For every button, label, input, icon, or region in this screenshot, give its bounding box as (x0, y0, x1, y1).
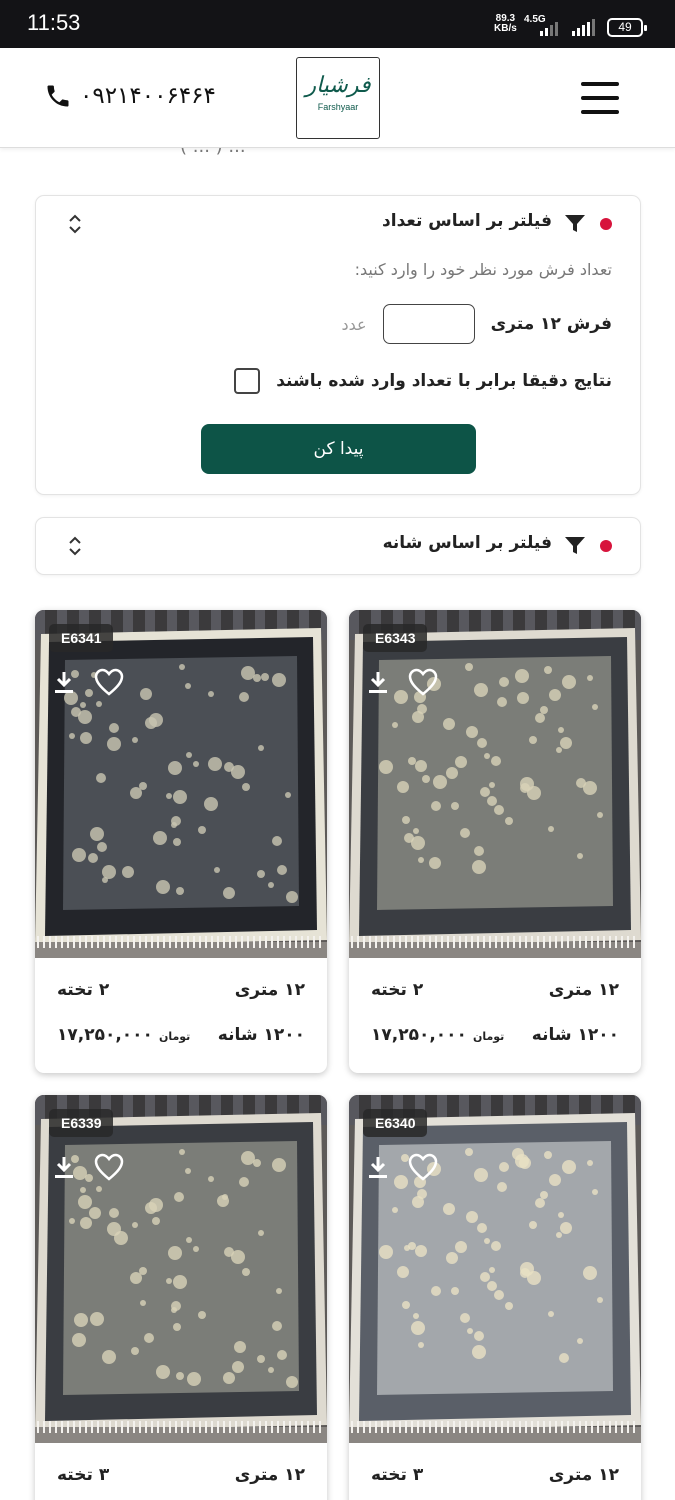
find-button[interactable]: پیدا کن (201, 424, 476, 474)
currency-label: تومان (472, 1030, 505, 1043)
site-logo[interactable]: فرشیار Farshyaar (296, 57, 380, 139)
heart-icon[interactable] (408, 668, 438, 696)
count-filter-hint: تعداد فرش مورد نظر خود را وارد کنید: (354, 260, 612, 279)
product-image[interactable] (349, 1095, 641, 1443)
rug-photo (35, 610, 327, 958)
download-icon[interactable] (367, 1155, 389, 1179)
product-pieces: ۳ تخته (371, 1465, 424, 1485)
phone-icon (47, 85, 69, 107)
exact-match-label: نتایج دقیقا برابر با تعداد وارد شده باشن… (276, 371, 612, 391)
product-code: E6340 (363, 1109, 428, 1137)
product-card[interactable]: E6341 ۱۲ متری ۲ تخته ۱۲۰۰ شانه ۱۷,۲۵۰,۰۰۰ توم… (35, 610, 327, 1073)
exact-match-checkbox[interactable] (234, 368, 261, 394)
rug-photo (35, 1095, 327, 1443)
product-info: ۱۲ متری ۳ تخته (349, 1443, 641, 1500)
product-price: ۱۷,۲۵۰,۰۰۰ تومان (371, 1025, 505, 1045)
battery-icon: 49 (607, 18, 647, 37)
product-pieces: ۲ تخته (371, 980, 424, 1000)
logo-text: فرشیار (305, 73, 371, 98)
product-density: ۱۲۰۰ شانه (531, 1025, 619, 1045)
download-icon[interactable] (53, 670, 75, 694)
filter-icon (565, 537, 585, 554)
product-density: ۱۲۰۰ شانه (217, 1025, 305, 1045)
density-filter-title: فیلتر بر اساس شانه (382, 533, 552, 553)
active-dot (600, 540, 612, 552)
partial-heading: ( ... ) ... (0, 148, 675, 160)
signal-icon (572, 18, 595, 36)
expand-collapse-icon[interactable] (68, 214, 82, 234)
currency-label: تومان (158, 1030, 191, 1043)
product-size: ۱۲ متری (234, 980, 305, 1000)
product-card[interactable]: E6339 ۱۲ متری ۳ تخته (35, 1095, 327, 1500)
product-info: ۱۲ متری ۲ تخته ۱۲۰۰ شانه ۱۷,۲۵۰,۰۰۰ تومان (35, 958, 327, 1073)
phone-link[interactable]: ۰۹۲۱۴۰۰۶۴۶۴ (44, 82, 216, 110)
density-filter-panel: فیلتر بر اساس شانه (35, 517, 641, 575)
product-info: ۱۲ متری ۲ تخته ۱۲۰۰ شانه ۱۷,۲۵۰,۰۰۰ تومان (349, 958, 641, 1073)
quantity-row: فرش ۱۲ متری عدد (342, 304, 612, 344)
product-size: ۱۲ متری (234, 1465, 305, 1485)
quantity-unit: عدد (341, 314, 367, 334)
filter-icon (565, 215, 585, 232)
logo-subtitle: Farshyaar (317, 102, 359, 112)
product-size: ۱۲ متری (548, 980, 619, 1000)
product-image[interactable] (349, 610, 641, 958)
heart-icon[interactable] (94, 1153, 124, 1181)
heart-icon[interactable] (94, 668, 124, 696)
count-filter-title: فیلتر بر اساس تعداد (382, 211, 552, 231)
product-image[interactable] (35, 610, 327, 958)
status-time: 11:53 (27, 10, 81, 35)
site-header: ۰۹۲۱۴۰۰۶۴۶۴ فرشیار Farshyaar (0, 48, 675, 148)
count-filter-header[interactable]: فیلتر بر اساس تعداد (36, 196, 640, 252)
signal-icon (540, 18, 558, 36)
product-code: E6343 (363, 624, 428, 652)
download-icon[interactable] (367, 670, 389, 694)
phone-number: ۰۹۲۱۴۰۰۶۴۶۴ (80, 83, 216, 109)
quantity-input[interactable] (382, 304, 475, 344)
rug-photo (349, 1095, 641, 1443)
product-card[interactable]: E6340 ۱۲ متری ۳ تخته (349, 1095, 641, 1500)
product-size: ۱۲ متری (548, 1465, 619, 1485)
network-speed: 89.3 KB/s (494, 13, 517, 34)
product-price: ۱۷,۲۵۰,۰۰۰ تومان (57, 1025, 191, 1045)
product-info: ۱۲ متری ۳ تخته (35, 1443, 327, 1500)
product-pieces: ۳ تخته (57, 1465, 110, 1485)
active-dot (600, 218, 612, 230)
download-icon[interactable] (53, 1155, 75, 1179)
product-card[interactable]: E6343 ۱۲ متری ۲ تخته ۱۲۰۰ شانه ۱۷,۲۵۰,۰۰۰ توم… (349, 610, 641, 1073)
product-code: E6341 (49, 624, 114, 652)
product-pieces: ۲ تخته (57, 980, 110, 1000)
count-filter-panel: فیلتر بر اساس تعداد تعداد فرش مورد نظر خ… (35, 195, 641, 495)
product-image[interactable] (35, 1095, 327, 1443)
hamburger-menu-icon[interactable] (581, 82, 619, 114)
heart-icon[interactable] (408, 1153, 438, 1181)
rug-photo (349, 610, 641, 958)
quantity-label: فرش ۱۲ متری (490, 314, 612, 334)
exact-match-row: نتایج دقیقا برابر با تعداد وارد شده باشن… (234, 368, 612, 394)
status-bar: 11:53 89.3 KB/s 4.5G 49 (0, 0, 675, 48)
expand-collapse-icon[interactable] (68, 536, 82, 556)
density-filter-header[interactable]: فیلتر بر اساس شانه (36, 518, 640, 574)
product-code: E6339 (49, 1109, 114, 1137)
